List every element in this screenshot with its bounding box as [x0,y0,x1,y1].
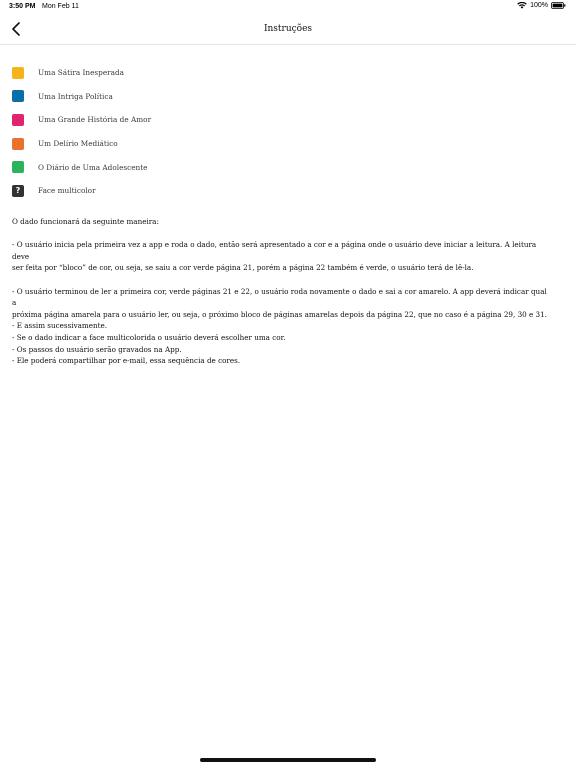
legend-item: Uma Grande História de Amor [12,108,312,132]
battery-percent: 100% [530,2,548,9]
legend-item: Um Delírio Mediático [12,132,312,156]
status-date: Mon Feb 11 [42,3,79,10]
color-swatch [12,137,24,150]
navigation-bar: Instruções [0,14,576,45]
wifi-icon [517,1,527,9]
paragraph-line: - E assim sucessivamente. [12,321,108,331]
legend-item: Uma Sátira Inesperada [12,61,312,85]
paragraph-line: - Ele poderá compartilhar por e-mail, es… [12,356,241,366]
paragraph-line: - O usuário inicia pela primeira vez a a… [12,240,537,261]
status-bar: 3:50 PM Mon Feb 11 100% [0,0,576,14]
home-indicator[interactable] [200,758,376,762]
color-swatch [12,113,24,126]
legend-item: ? Face multicolor [12,179,312,203]
paragraph-line: - O usuário terminou de ler a primeira c… [12,286,547,308]
legend-label: Um Delírio Mediático [38,139,118,149]
color-swatch [12,161,24,174]
legend-label: Uma Intriga Política [38,91,113,101]
legend-label: O Diário de Uma Adolescente [38,162,148,172]
battery-icon [551,2,566,9]
legend-item: O Diário de Uma Adolescente [12,155,312,179]
multicolor-question-icon: ? [12,184,24,197]
legend-label: Face multicolor [38,186,96,196]
color-swatch [12,90,24,103]
paragraph-line: - Se o dado indicar a face multicolorida… [12,332,286,342]
paragraph-line: - Os passos do usuário serão gravados na… [12,344,182,354]
instructions-text: O dado funcionará da seguinte maneira: -… [12,216,552,367]
paragraph-line: próxima página amarela para o usuário le… [12,309,547,319]
color-legend: Uma Sátira Inesperada Uma Intriga Políti… [12,61,312,203]
status-time: 3:50 PM [9,3,36,10]
page-title: Instruções [263,24,313,34]
status-indicators: 100% [517,1,566,9]
color-swatch [12,66,24,79]
legend-label: Uma Grande História de Amor [38,115,152,125]
instructions-intro: O dado funcionará da seguinte maneira: [12,217,159,226]
legend-item: Uma Intriga Política [12,85,312,109]
legend-label: Uma Sátira Inesperada [38,68,125,78]
paragraph-line: ser feita por “bloco” de cor, ou seja, s… [12,263,474,273]
